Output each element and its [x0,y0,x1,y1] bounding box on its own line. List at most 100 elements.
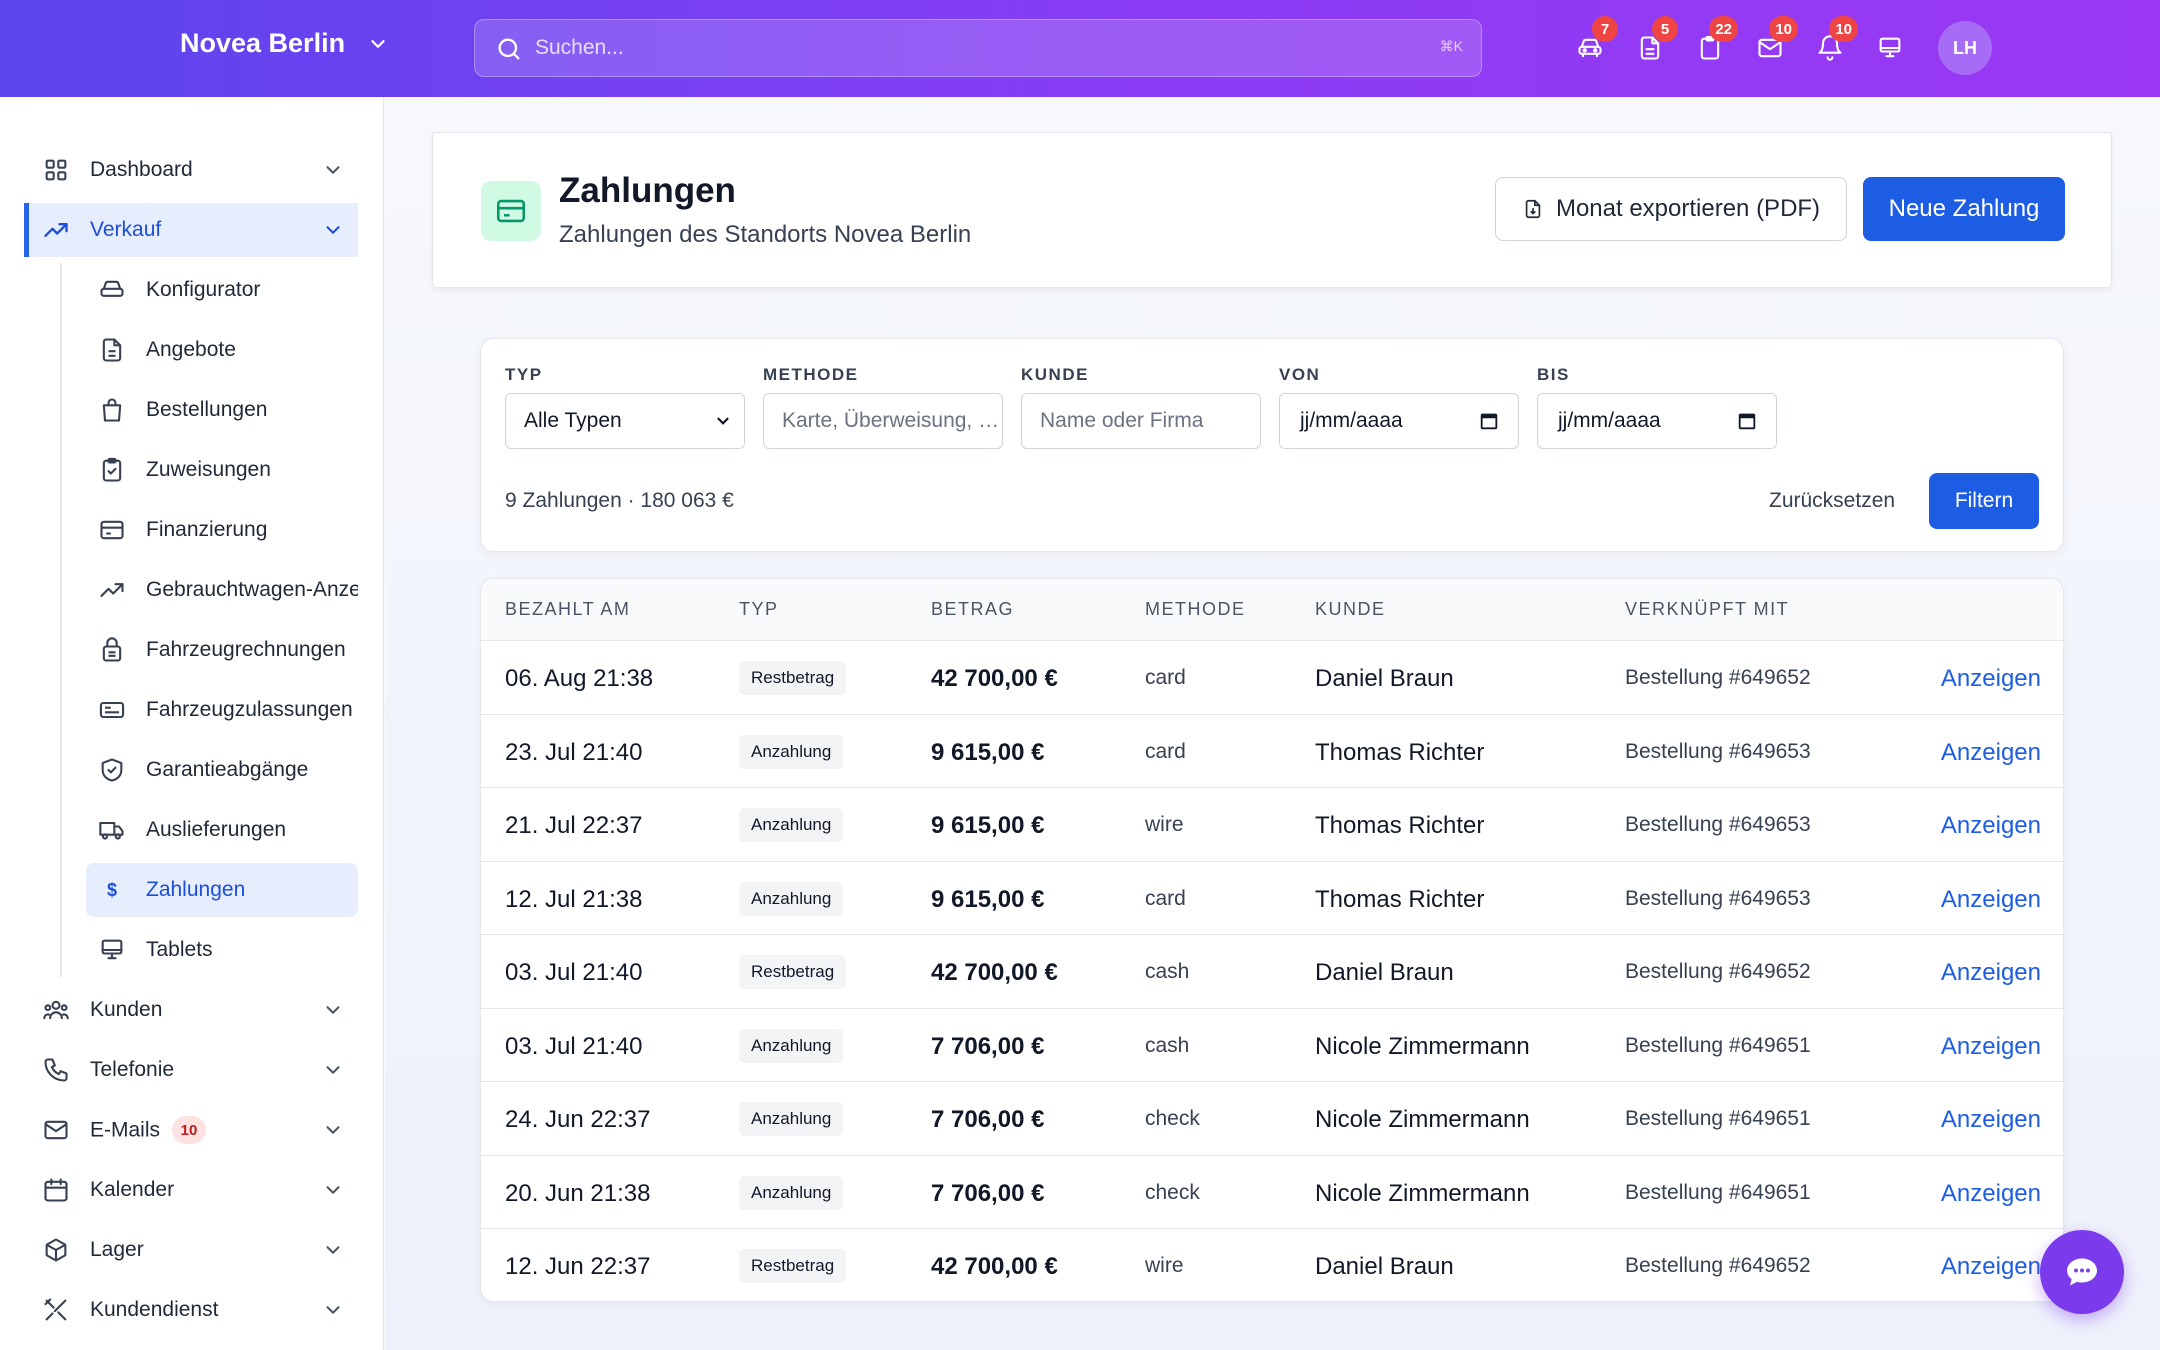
payment-method: cash [1145,1033,1190,1057]
sidebar-item-label: Verkauf [90,218,162,241]
linked-order: Bestellung #649653 [1625,739,1811,763]
sidebar-item-emails[interactable]: E-Mails 10 [24,1103,358,1157]
search-bar[interactable]: ⌘K [474,19,1482,77]
view-link[interactable]: Anzeigen [1941,1180,2041,1208]
sidebar-item-garantieabgaenge[interactable]: Garantieabgänge [86,743,358,797]
column-header: BEZAHLT AM [505,599,631,619]
filter-label-methode: METHODE [763,365,859,384]
chevron-down-icon [326,1246,340,1255]
sidebar-item-gebrauchtwagen[interactable]: Gebrauchtwagen-Anzeigen [86,563,358,617]
sidebar-item-fahrzeugrechnungen[interactable]: Fahrzeugrechnungen [86,623,358,677]
sidebar-item-kundendienst[interactable]: Kundendienst [24,1283,358,1337]
car-icon [98,276,126,304]
column-header: KUNDE [1315,599,1386,619]
sidebar-item-verkauf[interactable]: Verkauf [24,203,358,257]
page-title: Zahlungen [559,171,736,210]
trending-up-icon [42,216,70,244]
customer-name: Thomas Richter [1315,738,1485,766]
payment-amount: 7 706,00 € [931,1032,1045,1060]
sidebar-item-kalender[interactable]: Kalender [24,1163,358,1217]
mail-icon [42,1116,70,1144]
export-pdf-button[interactable]: Monat exportieren (PDF) [1495,177,1847,241]
payment-date: 03. Jul 21:40 [505,1032,643,1060]
sidebar-item-bestellungen[interactable]: Bestellungen [86,383,358,437]
filter-label-bis: BIS [1537,365,1570,384]
view-link[interactable]: Anzeigen [1941,1106,2041,1134]
sidebar-item-auslieferungen[interactable]: Auslieferungen [86,803,358,857]
calendar-icon [42,1176,70,1204]
view-link[interactable]: Anzeigen [1941,739,2041,767]
sidebar-item-zuweisungen[interactable]: Zuweisungen [86,443,358,497]
sidebar-item-kunden[interactable]: Kunden [24,983,358,1037]
table-row: 03. Jul 21:40 Restbetrag 42 700,00 € cash Da… [481,935,2063,1009]
payment-amount: 7 706,00 € [931,1179,1045,1207]
sidebar-item-label: Auslieferungen [146,818,287,841]
reset-button[interactable]: Zurücksetzen [1769,489,1895,513]
sidebar-item-tablets[interactable]: Tablets [86,923,358,977]
method-input[interactable]: Karte, Überweisung, … [763,393,1003,449]
page-header: Zahlungen Zahlungen des Standorts Novea … [432,132,2112,288]
payment-method: wire [1145,813,1184,836]
notification-badge: 22 [1709,16,1738,42]
monitor-icon[interactable] [1872,30,1908,66]
sidebar-item-fahrzeugzulassungen[interactable]: Fahrzeugzulassungen [86,683,358,737]
sidebar-item-label: Fahrzeugzulassungen [146,698,353,721]
view-link[interactable]: Anzeigen [1941,812,2041,840]
customer-name: Daniel Braun [1315,959,1454,986]
sidebar-item-dashboard[interactable]: Dashboard [24,143,358,197]
bell-icon[interactable]: 10 [1812,16,1858,66]
table-header: BEZAHLT AM TYP BETRAG METHODE KUNDE VERK… [481,579,2063,641]
payment-type-tag: Restbetrag [739,661,847,695]
result-summary: 9 Zahlungen · 180 063 € [505,489,734,512]
sidebar-item-konfigurator[interactable]: Konfigurator [86,263,358,317]
linked-order: Bestellung #649653 [1625,886,1811,910]
payment-method: wire [1145,1254,1184,1277]
tools-icon [42,1296,70,1324]
payment-amount: 42 700,00 € [931,1253,1058,1280]
lock-bag-icon [98,636,126,664]
type-select[interactable]: Alle Typen [505,393,745,449]
emails-count-badge: 10 [172,1116,207,1144]
linked-order: Bestellung #649651 [1625,1033,1811,1057]
mail-icon[interactable]: 10 [1752,16,1798,66]
sidebar-item-telefonie[interactable]: Telefonie [24,1043,358,1097]
chat-button[interactable] [2040,1230,2124,1314]
linked-order: Bestellung #649652 [1625,666,1811,689]
document-icon[interactable]: 5 [1632,16,1678,66]
view-link[interactable]: Anzeigen [1941,1033,2041,1061]
avatar[interactable]: LH [1938,21,1992,75]
chevron-down-icon [326,1186,340,1195]
sidebar-item-angebote[interactable]: Angebote [86,323,358,377]
sidebar-item-label: Dashboard [90,158,193,181]
view-link[interactable]: Anzeigen [1941,959,2041,987]
sidebar-item-finanzierung[interactable]: Finanzierung [86,503,358,557]
customer-name: Daniel Braun [1315,1253,1454,1280]
filter-label-kunde: KUNDE [1021,365,1089,384]
new-payment-button[interactable]: Neue Zahlung [1863,177,2065,241]
sidebar-item-lager[interactable]: Lager [24,1223,358,1277]
filter-button[interactable]: Filtern [1929,473,2039,529]
sidebar-item-label: Fahrzeugrechnungen [146,638,346,661]
table-row: 06. Aug 21:38 Restbetrag 42 700,00 € card Da… [481,641,2063,715]
search-input[interactable] [535,20,1395,76]
view-link[interactable]: Anzeigen [1941,886,2041,914]
customer-input[interactable]: Name oder Firma [1021,393,1261,449]
linked-order: Bestellung #649652 [1625,1254,1811,1277]
users-icon [42,996,70,1024]
file-icon [1525,199,1541,219]
brand-switcher[interactable]: Novea Berlin [180,28,389,59]
date-from-input[interactable]: jj/mm/aaaa [1279,393,1519,449]
truck-icon [98,816,126,844]
car-icon[interactable]: 7 [1572,16,1618,66]
view-link[interactable]: Anzeigen [1941,1253,2041,1281]
table-row: 23. Jul 21:40 Anzahlung 9 615,00 € card Thom… [481,715,2063,788]
sidebar-item-zahlungen[interactable]: $ Zahlungen [86,863,358,917]
search-icon [498,38,520,60]
view-link[interactable]: Anzeigen [1941,665,2041,693]
sidebar-item-label: Kalender [90,1178,175,1201]
sidebar-item-label: Lager [90,1238,144,1261]
top-bar: Novea Berlin ⌘K 7 5 22 10 10 LH [0,0,2160,97]
clipboard-icon[interactable]: 22 [1692,16,1738,66]
date-to-input[interactable]: jj/mm/aaaa [1537,393,1777,449]
sidebar-item-label: Tablets [146,938,213,961]
